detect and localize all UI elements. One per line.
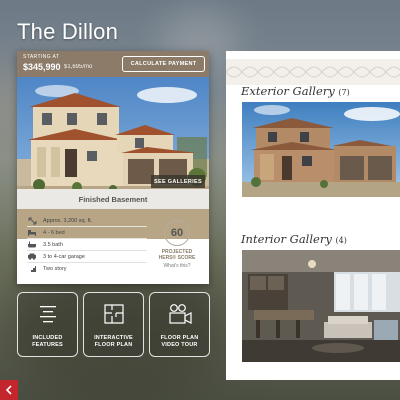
price-monthly: $1,695/mo xyxy=(64,64,93,70)
interior-gallery-count: (4) xyxy=(335,236,347,245)
exterior-gallery-title: Exterior Gallery xyxy=(241,84,335,98)
back-button[interactable] xyxy=(0,380,18,400)
spec-text: Two story xyxy=(43,266,67,272)
square-footage-icon xyxy=(27,217,37,225)
chevron-left-icon xyxy=(5,385,12,395)
spec-row-bed: 4 - 6 bed xyxy=(27,227,147,239)
tile-label-line1: INTERACTIVE xyxy=(94,335,133,341)
included-features-button[interactable]: INCLUDED FEATURES xyxy=(17,292,78,357)
spec-row-sqft: Approx. 3,200 sq. ft. xyxy=(27,215,147,227)
spec-list: Approx. 3,200 sq. ft. 4 - 6 bed 3.5 bath… xyxy=(27,215,147,275)
tile-label-line2: VIDEO TOUR xyxy=(161,342,198,348)
car-icon xyxy=(27,253,37,261)
see-galleries-button[interactable]: SEE GALLERIES xyxy=(151,175,205,188)
interior-gallery-photo[interactable] xyxy=(242,250,400,362)
price-bar: STARTING AT $345,990 $1,695/mo CALCULATE… xyxy=(17,51,209,77)
decorative-pattern xyxy=(226,59,400,85)
hers-label-line2: HERS® SCORE xyxy=(158,255,196,261)
spec-row-stories: Two story xyxy=(27,263,147,275)
tile-label-line2: FEATURES xyxy=(32,342,63,348)
stairs-icon xyxy=(27,265,37,273)
video-tour-button[interactable]: FLOOR PLAN VIDEO TOUR xyxy=(149,292,210,357)
price-amount: $345,990 xyxy=(23,62,61,72)
spec-text: 3 to 4-car garage xyxy=(43,253,85,260)
exterior-gallery-count: (7) xyxy=(338,88,350,97)
exterior-image xyxy=(242,102,400,197)
tile-label-line1: INCLUDED xyxy=(32,335,63,341)
video-camera-icon xyxy=(150,303,209,325)
bed-icon xyxy=(27,229,37,237)
hers-label: PROJECTED HERS® SCORE xyxy=(150,249,204,261)
tile-label-line1: FLOOR PLAN xyxy=(160,335,199,341)
tile-label: INCLUDED FEATURES xyxy=(20,335,75,349)
interior-gallery-title: Interior Gallery xyxy=(241,232,332,246)
spec-text: 4 - 6 bed xyxy=(43,229,65,236)
spec-row-garage: 3 to 4-car garage xyxy=(27,251,147,263)
page-title: The Dillon xyxy=(17,19,119,44)
floorplan-name: Finished Basement xyxy=(17,189,209,209)
spec-text: Approx. 3,200 sq. ft. xyxy=(43,217,93,224)
bath-icon xyxy=(27,241,37,249)
exterior-gallery-heading[interactable]: Exterior Gallery (7) xyxy=(241,84,350,98)
tile-label: FLOOR PLAN VIDEO TOUR xyxy=(152,335,207,349)
list-icon xyxy=(18,303,77,325)
floor-plan-icon xyxy=(84,303,143,325)
hers-score-value: 60 xyxy=(164,220,190,246)
calculate-payment-button[interactable]: CALCULATE PAYMENT xyxy=(122,56,205,72)
tile-label: INTERACTIVE FLOOR PLAN xyxy=(86,335,141,349)
tile-label-line2: FLOOR PLAN xyxy=(94,342,133,348)
exterior-gallery-photo[interactable] xyxy=(242,102,400,197)
hers-info-link[interactable]: What's this? xyxy=(150,263,204,269)
gallery-panel: Exterior Gallery (7) Interior Gallery (4… xyxy=(226,51,400,380)
interior-gallery-heading[interactable]: Interior Gallery (4) xyxy=(241,232,347,246)
spec-text: 3.5 bath xyxy=(43,241,63,248)
interactive-floor-plan-button[interactable]: INTERACTIVE FLOOR PLAN xyxy=(83,292,144,357)
spec-row-bath: 3.5 bath xyxy=(27,239,147,251)
price-label: STARTING AT xyxy=(23,54,60,60)
home-summary-card: STARTING AT $345,990 $1,695/mo CALCULATE… xyxy=(17,51,209,284)
hers-score: 60 PROJECTED HERS® SCORE What's this? xyxy=(150,220,204,269)
interior-image xyxy=(242,250,400,362)
